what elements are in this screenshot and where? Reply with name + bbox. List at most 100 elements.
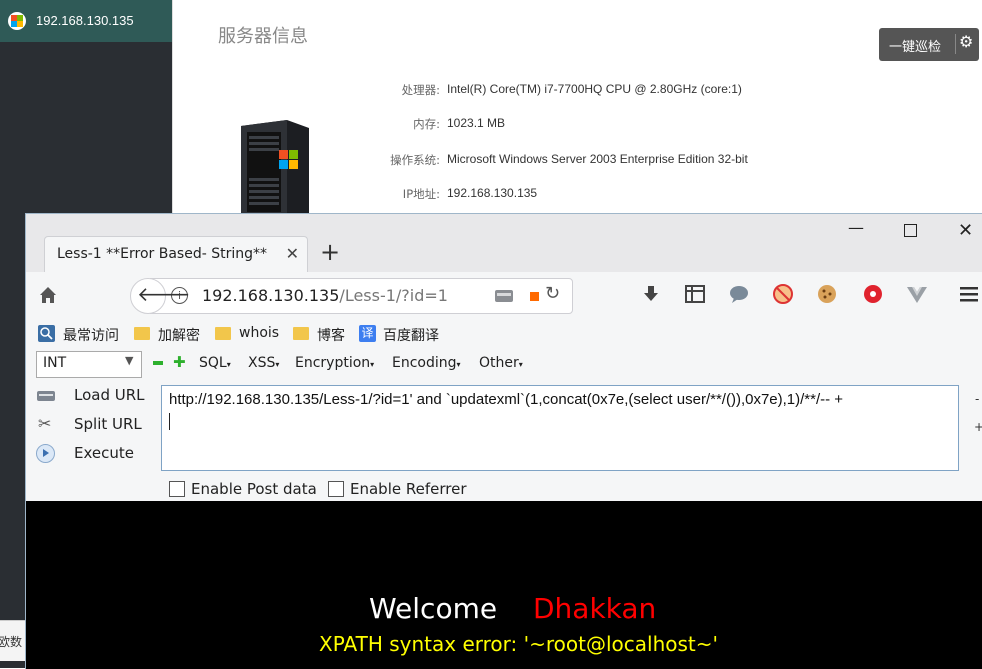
close-tab-icon[interactable]: ✕ bbox=[286, 244, 299, 263]
bookmarks-toolbar: 最常访问 加解密 whois 博客 译 百度翻译 bbox=[26, 318, 982, 350]
menu-label: Encryption bbox=[295, 355, 371, 371]
folder-icon bbox=[215, 327, 231, 340]
checkbox-box[interactable] bbox=[169, 481, 185, 497]
menu-label: Other bbox=[479, 355, 519, 371]
chevron-down-icon: ▼ bbox=[125, 354, 134, 367]
menu-label: XSS bbox=[248, 355, 276, 371]
cookie-icon[interactable] bbox=[816, 283, 838, 305]
url-host: 192.168.130.135 bbox=[202, 286, 340, 305]
vue-devtools-icon[interactable] bbox=[906, 283, 928, 305]
chat-icon[interactable] bbox=[728, 283, 750, 305]
bookmark-folder-blog[interactable]: 博客 bbox=[293, 323, 353, 345]
info-key: 处理器: bbox=[401, 83, 440, 97]
welcome-text: Welcome bbox=[369, 592, 498, 625]
hackbar-addon-icon[interactable] bbox=[494, 287, 516, 305]
username-text: Dhakkan bbox=[533, 592, 657, 625]
bookmark-label: 博客 bbox=[317, 328, 345, 344]
close-window-icon[interactable]: ✕ bbox=[958, 220, 973, 241]
addon-badge-icon[interactable] bbox=[530, 292, 539, 301]
folder-icon bbox=[134, 327, 150, 340]
execute-button[interactable]: Execute bbox=[36, 443, 151, 467]
info-key: 内存: bbox=[413, 117, 440, 131]
load-url-icon bbox=[37, 391, 55, 401]
bookmark-label: whois bbox=[239, 325, 280, 341]
url-path: /Less-1/?id=1 bbox=[339, 286, 448, 305]
play-icon bbox=[36, 444, 55, 463]
type-select[interactable]: INT ▼ bbox=[36, 351, 142, 378]
info-row-ip: IP地址: 192.168.130.135 bbox=[173, 186, 945, 202]
menu-sql[interactable]: SQL▾ bbox=[199, 355, 231, 371]
menu-encryption[interactable]: Encryption▾ bbox=[295, 355, 374, 371]
info-key: 操作系统: bbox=[390, 153, 440, 167]
load-url-label: Load URL bbox=[74, 386, 145, 404]
page-content: Welcome Dhakkan XPATH syntax error: '~ro… bbox=[26, 501, 982, 669]
url-text: 192.168.130.135/Less-1/?id=1 bbox=[202, 286, 448, 305]
textarea-value: http://192.168.130.135/Less-1/?id=1' and… bbox=[169, 391, 844, 408]
background-fragment: 欧数 bbox=[0, 620, 25, 661]
folder-icon bbox=[293, 327, 309, 340]
tab-active[interactable]: Less-1 **Error Based- String** ✕ bbox=[44, 236, 308, 273]
tab-title: Less-1 **Error Based- String** bbox=[57, 246, 267, 262]
bookmark-most-visited[interactable]: 最常访问 bbox=[38, 323, 138, 345]
error-message: XPATH syntax error: '~root@localhost~' bbox=[319, 632, 718, 656]
menu-xss[interactable]: XSS▾ bbox=[248, 355, 279, 371]
new-tab-button[interactable]: + bbox=[320, 238, 340, 266]
maximize-icon[interactable] bbox=[904, 224, 917, 237]
execute-label: Execute bbox=[74, 444, 134, 462]
url-bar[interactable]: i 192.168.130.135/Less-1/?id=1 ↻ bbox=[150, 278, 573, 314]
decrease-icon[interactable] bbox=[153, 361, 163, 365]
menu-icon[interactable] bbox=[958, 283, 980, 305]
no-script-icon[interactable] bbox=[772, 283, 794, 305]
url-textarea[interactable]: http://192.168.130.135/Less-1/?id=1' and… bbox=[161, 385, 959, 471]
inspect-button-label: 一键巡检 bbox=[889, 40, 942, 55]
server-info-panel: 服务器信息 一键巡检 ⚙ 处理器: Intel(R) Core(TM) i7-7… bbox=[172, 0, 982, 215]
scissors-icon: ✂ bbox=[38, 414, 52, 433]
back-button[interactable]: 🡐 bbox=[130, 278, 191, 314]
info-value: Microsoft Windows Server 2003 Enterprise… bbox=[447, 152, 748, 166]
menu-label: SQL bbox=[199, 355, 227, 371]
split-url-button[interactable]: ✂ Split URL bbox=[36, 414, 151, 438]
minus-icon[interactable]: - bbox=[975, 392, 979, 406]
menu-other[interactable]: Other▾ bbox=[479, 355, 523, 371]
record-icon[interactable] bbox=[862, 283, 884, 305]
most-visited-icon bbox=[38, 325, 55, 342]
dropdown-arrow-icon: ▾ bbox=[226, 360, 231, 369]
info-row-cpu: 处理器: Intel(R) Core(TM) i7-7700HQ CPU @ 2… bbox=[173, 82, 945, 98]
enable-post-label: Enable Post data bbox=[191, 480, 317, 498]
info-value: 192.168.130.135 bbox=[447, 186, 538, 200]
home-icon[interactable] bbox=[37, 284, 59, 306]
bookmark-folder-whois[interactable]: whois bbox=[215, 323, 285, 345]
back-arrow-icon: 🡐 bbox=[137, 282, 191, 306]
minimize-icon[interactable]: — bbox=[848, 218, 864, 237]
host-ip: 192.168.130.135 bbox=[36, 13, 134, 28]
library-icon[interactable] bbox=[684, 283, 706, 305]
dropdown-arrow-icon: ▾ bbox=[275, 360, 280, 369]
enable-post-checkbox[interactable]: Enable Post data bbox=[169, 480, 319, 498]
hackbar-panel: INT ▼ ✚ SQL▾ XSS▾ Encryption▾ Encoding▾ … bbox=[26, 350, 982, 502]
section-title: 服务器信息 bbox=[218, 26, 308, 47]
fragment-text: 欧数 bbox=[0, 635, 23, 649]
host-item[interactable]: 192.168.130.135 bbox=[0, 0, 172, 42]
bookmark-folder-crypto[interactable]: 加解密 bbox=[134, 323, 214, 345]
reload-icon[interactable]: ↻ bbox=[545, 283, 560, 304]
windows-logo-icon bbox=[8, 12, 26, 30]
info-row-memory: 内存: 1023.1 MB bbox=[173, 116, 945, 132]
bookmark-label: 百度翻译 bbox=[383, 328, 439, 344]
bookmark-label: 最常访问 bbox=[63, 328, 119, 344]
nav-bar: i 192.168.130.135/Less-1/?id=1 ↻ 🡐 bbox=[26, 272, 982, 318]
load-url-button[interactable]: Load URL bbox=[36, 385, 151, 409]
bookmark-baidu-translate[interactable]: 译 百度翻译 bbox=[359, 323, 449, 345]
dropdown-arrow-icon: ▾ bbox=[370, 360, 375, 369]
firefox-window: Less-1 **Error Based- String** ✕ + — ✕ i… bbox=[25, 213, 982, 669]
split-url-label: Split URL bbox=[74, 415, 142, 433]
plus-icon[interactable]: + bbox=[974, 420, 982, 434]
checkbox-box[interactable] bbox=[328, 481, 344, 497]
menu-encoding[interactable]: Encoding▾ bbox=[392, 355, 461, 371]
bookmark-label: 加解密 bbox=[158, 328, 200, 344]
one-click-inspect-button[interactable]: 一键巡检 ⚙ bbox=[879, 28, 979, 61]
info-key: IP地址: bbox=[402, 187, 440, 201]
gear-icon[interactable]: ⚙ bbox=[959, 32, 973, 51]
enable-referrer-checkbox[interactable]: Enable Referrer bbox=[328, 480, 478, 498]
increase-icon[interactable]: ✚ bbox=[173, 353, 186, 371]
download-icon[interactable] bbox=[640, 283, 662, 305]
